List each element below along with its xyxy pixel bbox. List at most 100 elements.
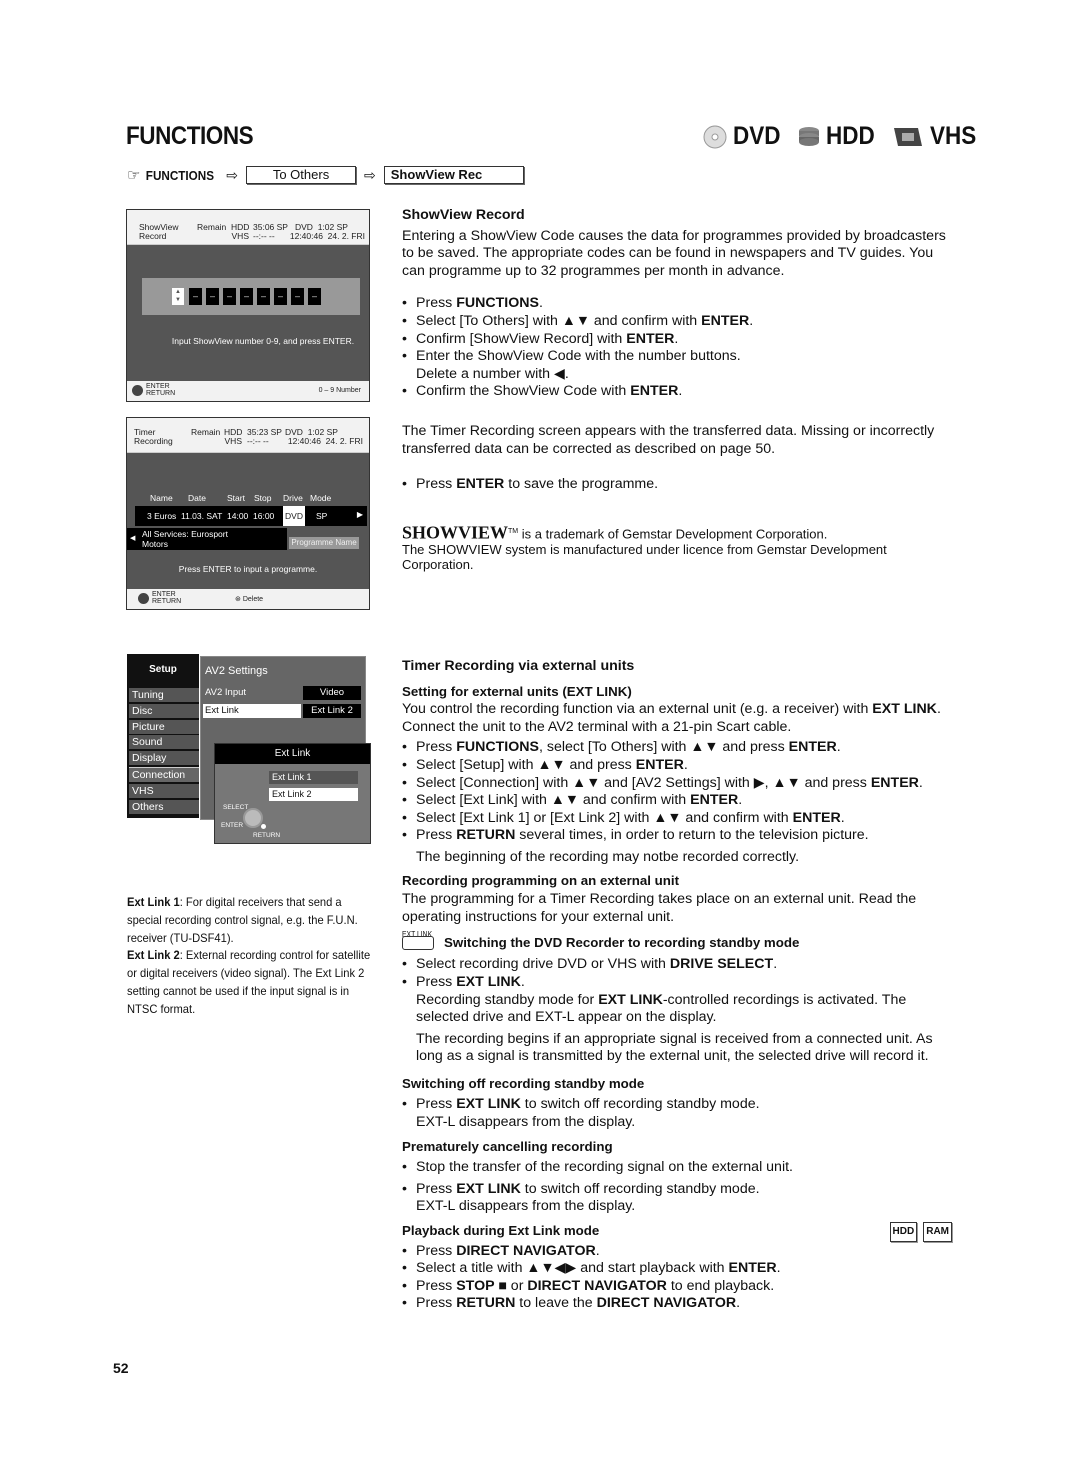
cancel-steps: Stop the transfer of the recording signa… (402, 1159, 958, 1216)
osd-status-bar: Timer Recording Remain HDD VHS 35:23 SP … (127, 418, 369, 453)
dvd-label: DVD (733, 122, 781, 150)
list-item: Press ENTER to save the programme. (402, 476, 958, 494)
vhs-tape-icon (893, 127, 922, 146)
setup-menu-item[interactable]: Display (129, 751, 199, 766)
disc-badges: HDD RAM (884, 1222, 952, 1242)
tm-line-2: The SHOWVIEW system is manufactured unde… (402, 541, 887, 573)
standby-para-2: The recording begins if an appropriate s… (416, 1030, 933, 1065)
setting-label: Ext Link (203, 704, 301, 718)
list-item: Select [Setup] with ▲▼ and press ENTER. (402, 757, 958, 775)
page-number: 52 (113, 1360, 129, 1376)
dvd-disc-icon (703, 125, 727, 148)
code-digit-box[interactable]: – (240, 288, 253, 305)
timer-program-row[interactable]: 3 Euros 11.03. SAT 14:00 16:00 DVD SP ▶ (135, 506, 367, 526)
popup-option-ext-link-1[interactable]: Ext Link 1 (269, 771, 358, 784)
panel-title: AV2 Settings (205, 665, 268, 677)
setup-menu-item[interactable]: Picture (129, 719, 199, 734)
timer-ext-section: Timer Recording via external units Setti… (402, 658, 958, 1313)
showview-steps: Press FUNCTIONS.Select [To Others] with … (402, 295, 958, 401)
setup-menu-item[interactable]: Disc (129, 703, 199, 718)
code-digit-box[interactable]: – (257, 288, 270, 305)
setup-menu-item[interactable]: Others (129, 799, 199, 814)
standby-steps: Select recording drive DVD or VHS with D… (402, 956, 958, 991)
standby-para-1: Recording standby mode for EXT LINK-cont… (416, 991, 907, 1026)
code-digit-box[interactable]: – (206, 288, 219, 305)
code-digit-box[interactable]: – (291, 288, 304, 305)
program-start: 14:00 (227, 511, 249, 521)
programme-name-button[interactable]: Programme Name (289, 537, 359, 549)
list-item: Confirm the ShowView Code with ENTER. (402, 383, 958, 401)
program-date: 11.03. SAT (181, 511, 223, 521)
setup-menu-item[interactable]: VHS (129, 783, 199, 798)
osd-title-2: Record (139, 231, 167, 241)
setting-label: AV2 Input (205, 687, 247, 698)
setting-row-ext-link[interactable]: Ext Link Ext Link 2 (203, 704, 361, 718)
list-item: Confirm [ShowView Record] with ENTER. (402, 331, 958, 349)
footer-return: RETURN (146, 390, 176, 397)
program-drive-selector[interactable]: DVD (283, 506, 305, 526)
list-item: Press FUNCTIONS. (402, 295, 958, 313)
hdd-label: HDD (825, 122, 875, 150)
breadcrumb: ☞ FUNCTIONS ⇨ To Others ⇨ ShowView Rec (127, 166, 524, 184)
osd-footer: ENTER RETURN 0 – 9 Number (127, 381, 369, 401)
osd-showview-screen: ShowView Record Remain HDD VHS 35:06 SP … (126, 209, 370, 402)
code-digit-box[interactable]: – (189, 288, 202, 305)
ext-link-note: Ext Link 1: For digital receivers that s… (127, 894, 371, 1019)
vhs-remain: --:-- -- (253, 231, 275, 241)
arrow-right-icon: ⇨ (226, 166, 239, 183)
footer-enter: ENTER (146, 383, 170, 390)
program-mode: SP (316, 511, 328, 521)
list-item: Select [Connection] with ▲▼ and [AV2 Set… (402, 775, 958, 793)
list-item: Press STOP ■ or DIRECT NAVIGATOR to end … (402, 1278, 958, 1296)
vhs-label: VHS (231, 231, 249, 241)
setting-row-av2-input[interactable]: AV2 Input Video (203, 686, 361, 700)
setup-menu-item[interactable]: Connection (129, 766, 199, 782)
save-step-list: Press ENTER to save the programme. (402, 476, 958, 494)
service-box: ◀ All Services: Eurosport Motors (127, 528, 287, 550)
list-item: Select [Ext Link] with ▲▼ and confirm wi… (402, 792, 958, 810)
footer-enter: ENTER (152, 591, 176, 598)
hand-pointer-icon: ☞ (127, 167, 141, 184)
arrow-left-icon[interactable]: ◀ (130, 534, 135, 544)
setup-menu-item[interactable]: Sound (129, 735, 199, 750)
list-item: Press EXT LINK. (402, 974, 958, 992)
ext-steps: Press FUNCTIONS, select [To Others] with… (402, 739, 958, 845)
list-item: Select recording drive DVD or VHS with D… (402, 956, 958, 974)
setting-value: Ext Link 2 (303, 704, 361, 718)
footer-delete: Delete (242, 596, 264, 603)
list-item: Enter the ShowView Code with the number … (402, 348, 766, 383)
remote-dial-icon (132, 385, 143, 396)
col-drive: Drive (283, 493, 303, 503)
sub2-text: The programming for a Timer Recording ta… (402, 891, 917, 925)
footer-return: RETURN (152, 598, 182, 605)
code-digit-box[interactable]: – (223, 288, 236, 305)
osd-prompt: Press ENTER to input a programme. (178, 564, 318, 574)
program-stop: 16:00 (253, 511, 275, 521)
updown-spinner-icon[interactable]: ▲ ▼ (172, 288, 184, 305)
list-item: Press FUNCTIONS, select [To Others] with… (402, 739, 958, 757)
popup-title: Ext Link (215, 744, 370, 764)
service-line-1: All Services: Eurosport (142, 529, 228, 539)
switch-off-steps: Press EXT LINK to switch off recording s… (402, 1096, 958, 1131)
playback-heading-row: Playback during Ext Link mode HDD RAM (402, 1222, 958, 1242)
ext-link-button-icon (402, 936, 434, 951)
setup-menu-item[interactable]: Tuning (129, 688, 199, 702)
ext-link-popup: Ext Link Ext Link 1 Ext Link 2 SELECT EN… (214, 743, 371, 844)
list-item: Press DIRECT NAVIGATOR. (402, 1243, 958, 1261)
format-logos: DVD HDD VHS (703, 122, 987, 151)
program-name: 3 Euros (147, 511, 177, 521)
tm-line-1: is a trademark of Gemstar Development Co… (518, 526, 828, 542)
list-item: Select [Ext Link 1] or [Ext Link 2] with… (402, 810, 958, 828)
showview-after: The Timer Recording screen appears with … (402, 422, 935, 457)
code-digit-box[interactable]: – (274, 288, 287, 305)
showview-intro: Entering a ShowView Code causes the data… (402, 227, 946, 279)
popup-option-ext-link-2[interactable]: Ext Link 2 (269, 788, 358, 801)
arrow-right-icon[interactable]: ▶ (357, 510, 363, 519)
col-mode: Mode (310, 493, 332, 503)
ext-intro: You control the recording function via a… (402, 701, 941, 735)
section-heading: Timer Recording via external units (402, 658, 635, 674)
trademark-note: SHOWVIEWTM is a trademark of Gemstar Dev… (402, 523, 958, 573)
col-date: Date (188, 493, 206, 503)
date: 24. 2. FRI (325, 436, 363, 446)
code-digit-box[interactable]: – (308, 288, 321, 305)
